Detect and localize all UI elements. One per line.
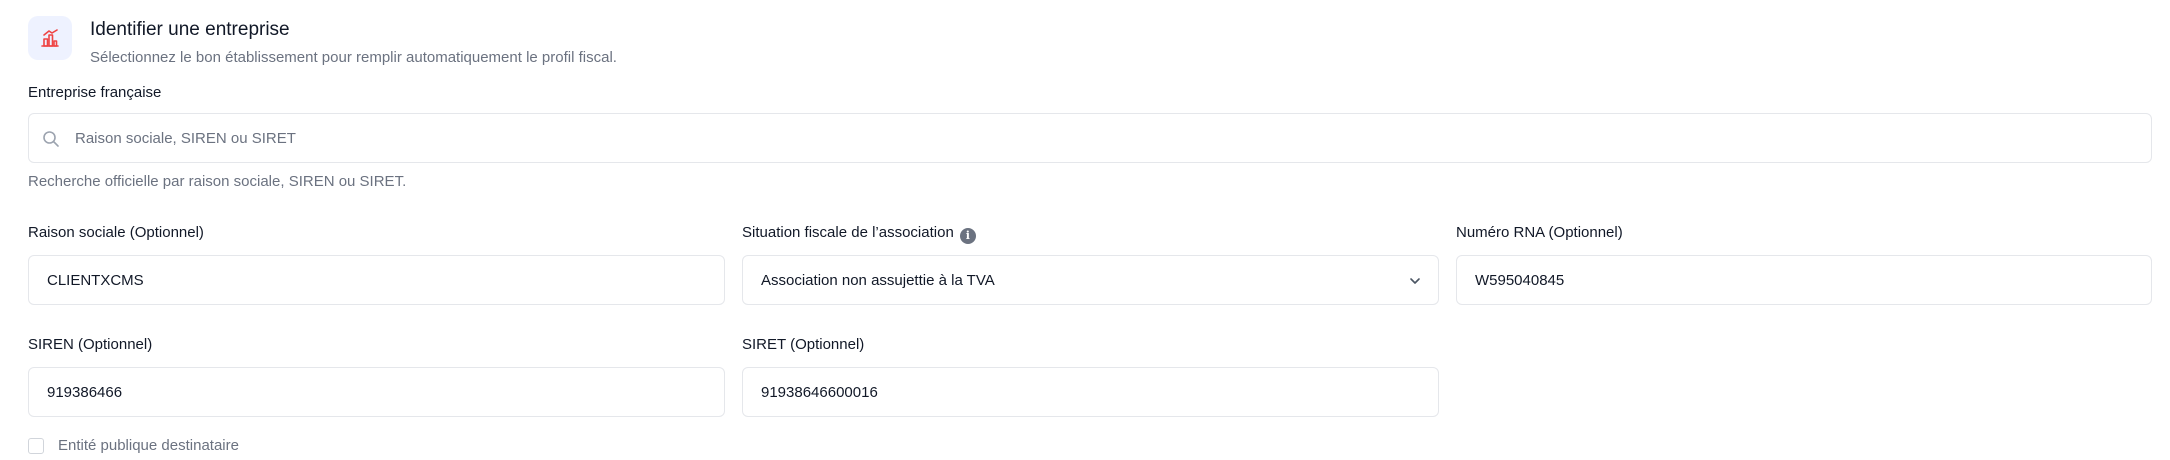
building-chart-icon <box>28 16 72 60</box>
info-icon[interactable]: i <box>959 228 976 244</box>
siren-label: SIREN (Optionnel) <box>28 336 153 353</box>
raison-sociale-field[interactable]: CLIENTXCMS <box>28 255 725 305</box>
public-entity-option: Entité publique destinataire <box>28 436 239 456</box>
search-placeholder: Raison sociale, SIREN ou SIRET <box>75 129 296 147</box>
company-identification-panel: Identifier une entreprise Sélectionnez l… <box>0 0 2170 460</box>
section-header: Identifier une entreprise Sélectionnez l… <box>28 16 617 70</box>
public-entity-label: Entité publique destinataire <box>58 437 239 454</box>
search-helper-text: Recherche officielle par raison sociale,… <box>28 173 407 190</box>
raison-sociale-label: Raison sociale (Optionnel) <box>28 224 204 241</box>
siret-label: SIRET (Optionnel) <box>742 336 865 353</box>
public-entity-checkbox[interactable] <box>28 438 44 454</box>
company-search-input[interactable]: Raison sociale, SIREN ou SIRET <box>28 113 2152 163</box>
section-title: Identifier une entreprise <box>90 19 290 40</box>
section-subtitle: Sélectionnez le bon établissement pour r… <box>90 49 617 66</box>
situation-fiscale-value: Association non assujettie à la TVA <box>761 271 995 289</box>
situation-fiscale-label: Situation fiscale de l’association i <box>742 223 976 244</box>
rna-field[interactable]: W595040845 <box>1456 255 2152 305</box>
siret-value: 91938646600016 <box>761 383 878 401</box>
chevron-down-icon <box>1410 278 1420 284</box>
raison-sociale-value: CLIENTXCMS <box>47 271 144 289</box>
situation-fiscale-label-text: Situation fiscale de l’association <box>742 224 954 241</box>
siren-value: 919386466 <box>47 383 123 401</box>
situation-fiscale-select[interactable]: Association non assujettie à la TVA <box>742 255 1439 305</box>
siret-field[interactable]: 91938646600016 <box>742 367 1439 417</box>
rna-label: Numéro RNA (Optionnel) <box>1456 224 1623 241</box>
company-search-label: Entreprise française <box>28 84 162 101</box>
rna-value: W595040845 <box>1475 271 1565 289</box>
siren-field[interactable]: 919386466 <box>28 367 725 417</box>
search-icon <box>43 131 59 147</box>
